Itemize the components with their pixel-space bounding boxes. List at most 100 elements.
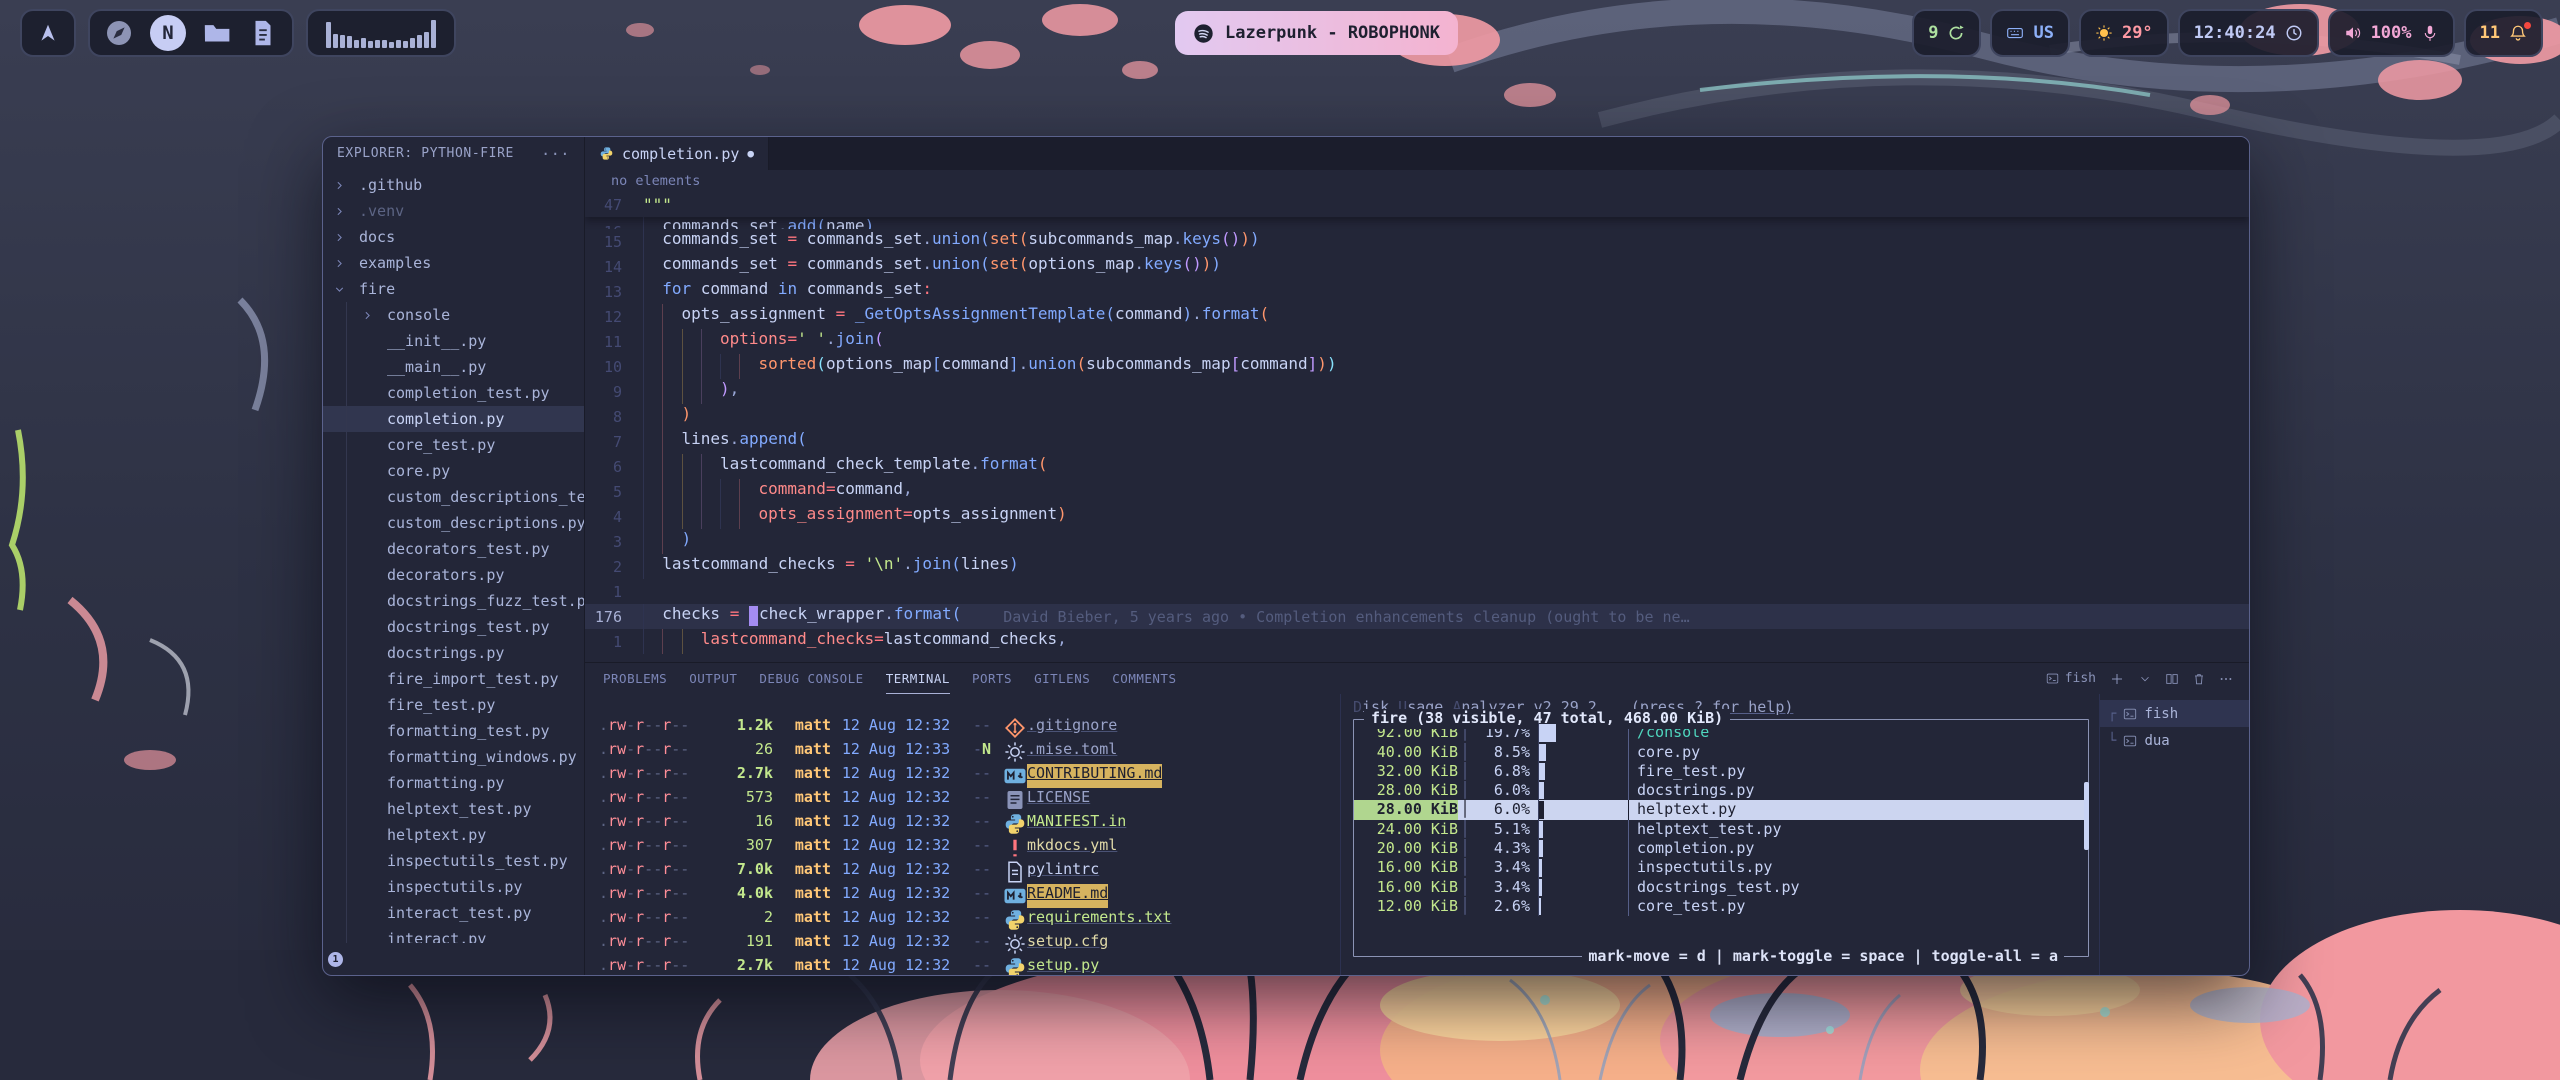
workspace-3-folderFill[interactable] <box>202 15 232 51</box>
terminal-dropdown-button[interactable] <box>2138 672 2152 686</box>
code-line: 10 sorted(options_map[command].union(sub… <box>585 354 2249 379</box>
chevron-right-icon <box>361 309 374 322</box>
audio-visualizer[interactable] <box>306 9 456 57</box>
dua-row-fire_test.py[interactable]: 32.00 KiB│ 6.8% fire_test.py <box>1354 762 2088 781</box>
panel-tabs: PROBLEMS OUTPUT DEBUG CONSOLE TERMINAL PORTS… <box>603 663 1176 694</box>
dua-scrollbar[interactable] <box>2084 782 2089 850</box>
panel-tab-output[interactable]: OUTPUT <box>689 663 737 694</box>
tree-item-helptext_test.py[interactable]: helptext_test.py <box>323 796 584 822</box>
dua-row-helptext.py[interactable]: 28.00 KiB│ 6.0% helptext.py <box>1354 800 2088 819</box>
terminal-list-item-dua[interactable]: └ dua <box>2100 727 2249 754</box>
visualizer-bar <box>368 41 373 48</box>
weather-widget[interactable]: 29° <box>2079 9 2169 57</box>
tree-item-__init__.py[interactable]: __init__.py <box>323 328 584 354</box>
kill-terminal-button[interactable] <box>2192 672 2206 686</box>
panel-tab-problems[interactable]: PROBLEMS <box>603 663 667 694</box>
workspace-2-nbadge[interactable]: N <box>150 15 186 51</box>
code-line: 47 """ <box>585 192 2249 217</box>
terminal-list-item-fish[interactable]: ┌ fish <box>2100 700 2249 727</box>
tree-item-inspectutils_test.py[interactable]: inspectutils_test.py <box>323 848 584 874</box>
dua-row-docstrings_test.py[interactable]: 16.00 KiB│ 3.4% docstrings_test.py <box>1354 878 2088 897</box>
workspace-1-compass[interactable] <box>104 15 134 51</box>
code-line: 3 ) <box>585 529 2249 554</box>
visualizer-bar <box>354 40 359 48</box>
top-bar: N Lazerpunk - ROBOPHONK 9 US 29° 12:40:2… <box>0 0 2560 66</box>
tree-item-.venv[interactable]: .venv <box>323 198 584 224</box>
dua-row-inspectutils.py[interactable]: 16.00 KiB│ 3.4% inspectutils.py <box>1354 858 2088 877</box>
audio-widget[interactable]: 100% <box>2328 9 2455 57</box>
tree-item-fire_test.py[interactable]: fire_test.py <box>323 692 584 718</box>
code-line: 5 command=command, <box>585 479 2249 504</box>
panel-tab-comments[interactable]: COMMENTS <box>1112 663 1176 694</box>
visualizer-bar <box>410 38 415 48</box>
panel-more-button[interactable] <box>2219 672 2233 686</box>
terminal-fish[interactable]: .rw-r--r-- 1.2k matt 12 Aug 12:32 -- .gi… <box>585 694 1340 975</box>
tree-item-core_test.py[interactable]: core_test.py <box>323 432 584 458</box>
code-editor[interactable]: 47 """ 16 commands_set.add(name) 15 comm… <box>585 192 2249 662</box>
tree-item-inspectutils.py[interactable]: inspectutils.py <box>323 874 584 900</box>
tree-item-console[interactable]: console <box>323 302 584 328</box>
tree-item-core.py[interactable]: core.py <box>323 458 584 484</box>
tab-completion-py[interactable]: completion.py ● <box>585 137 769 170</box>
notifications-widget[interactable]: 11 <box>2464 9 2543 57</box>
now-playing-widget[interactable]: Lazerpunk - ROBOPHONK <box>1175 11 1458 55</box>
tree-item-formatting.py[interactable]: formatting.py <box>323 770 584 796</box>
tree-item-decorators.py[interactable]: decorators.py <box>323 562 584 588</box>
tree-item-helptext.py[interactable]: helptext.py <box>323 822 584 848</box>
keyboard-layout-widget[interactable]: US <box>1990 9 2069 57</box>
tree-item-decorators_test.py[interactable]: decorators_test.py <box>323 536 584 562</box>
tree-item-.github[interactable]: .github <box>323 172 584 198</box>
dua-row-completion.py[interactable]: 20.00 KiB│ 4.3% completion.py <box>1354 839 2088 858</box>
tree-item-custom_descriptions_test.[interactable]: custom_descriptions_test.… <box>323 484 584 510</box>
tree-item-fire[interactable]: fire <box>323 276 584 302</box>
new-terminal-button[interactable] <box>2109 671 2125 687</box>
breadcrumb[interactable]: no elements <box>585 170 2249 192</box>
tree-item-custom_descriptions.py[interactable]: custom_descriptions.py <box>323 510 584 536</box>
tree-item-interact.py[interactable]: interact.py <box>323 926 584 943</box>
tree-item-interact_test.py[interactable]: interact_test.py <box>323 900 584 926</box>
temperature-label: 29° <box>2122 23 2153 43</box>
tree-item-formatting_windows.py[interactable]: formatting_windows.py <box>323 744 584 770</box>
panel-tab-terminal[interactable]: TERMINAL <box>886 663 950 694</box>
tree-item-docstrings_test.py[interactable]: docstrings_test.py <box>323 614 584 640</box>
dua-row-core.py[interactable]: 40.00 KiB│ 8.5% core.py <box>1354 743 2088 762</box>
dua-row-docstrings.py[interactable]: 28.00 KiB│ 6.0% docstrings.py <box>1354 781 2088 800</box>
explorer-more-button[interactable]: ··· <box>541 145 570 163</box>
sun-icon <box>2095 24 2113 42</box>
panel-tab-ports[interactable]: PORTS <box>972 663 1012 694</box>
python-icon <box>599 146 614 161</box>
workspace-4-fileFill[interactable] <box>248 15 278 51</box>
tab-bar: completion.py ● <box>585 137 2249 170</box>
code-line: 8 ) <box>585 404 2249 429</box>
dua-row-helptext_test.py[interactable]: 24.00 KiB│ 5.1% helptext_test.py <box>1354 820 2088 839</box>
clock-widget[interactable]: 12:40:24 <box>2178 9 2319 57</box>
dua-keybind-hints: mark-move = d | mark-toggle = space | to… <box>1582 947 2064 966</box>
chevron-right-icon <box>333 179 346 192</box>
keyboard-icon <box>2006 24 2024 42</box>
tree-item-docstrings_fuzz_test.py[interactable]: docstrings_fuzz_test.py <box>323 588 584 614</box>
line-number: 6 <box>585 458 643 476</box>
chevron-down-icon <box>333 283 346 296</box>
editor-window: EXPLORER: PYTHON-FIRE ··· .github .venv … <box>322 136 2250 976</box>
editor-column: completion.py ● no elements 47 """ 16 co… <box>585 137 2249 975</box>
speaker-icon <box>2344 24 2362 42</box>
panel-tab-gitlens[interactable]: GITLENS <box>1034 663 1090 694</box>
tree-item-formatting_test.py[interactable]: formatting_test.py <box>323 718 584 744</box>
launcher-button[interactable] <box>20 9 76 57</box>
tree-item-completion.py[interactable]: completion.py <box>323 406 584 432</box>
dua-row-core_test.py[interactable]: 12.00 KiB│ 2.6% core_test.py <box>1354 897 2088 916</box>
panel-tab-debug-console[interactable]: DEBUG CONSOLE <box>759 663 863 694</box>
split-terminal-button[interactable] <box>2165 672 2179 686</box>
updates-widget[interactable]: 9 <box>1912 9 1981 57</box>
tree-item-docstrings.py[interactable]: docstrings.py <box>323 640 584 666</box>
tree-item-fire_import_test.py[interactable]: fire_import_test.py <box>323 666 584 692</box>
code-line: 13 for command in commands_set: <box>585 279 2249 304</box>
tree-item-__main__.py[interactable]: __main__.py <box>323 354 584 380</box>
visualizer-bar <box>347 36 352 48</box>
git-blame-annotation: David Bieber, 5 years ago • Completion e… <box>1003 608 1689 626</box>
tree-item-examples[interactable]: examples <box>323 250 584 276</box>
visualizer-bar <box>361 38 366 48</box>
tree-item-docs[interactable]: docs <box>323 224 584 250</box>
tree-item-completion_test.py[interactable]: completion_test.py <box>323 380 584 406</box>
terminal-dua[interactable]: Disk Usage Analyzer v2.29.2 (press ? for… <box>1341 694 2099 975</box>
